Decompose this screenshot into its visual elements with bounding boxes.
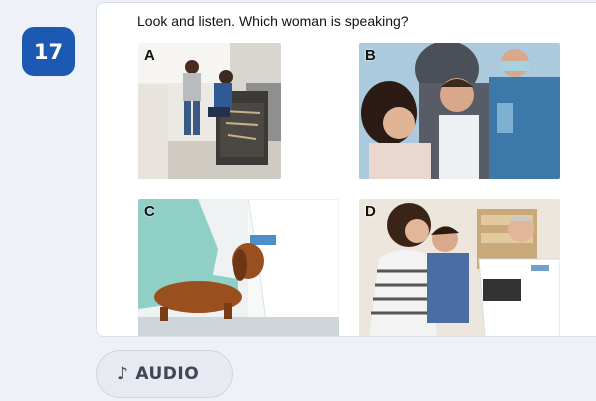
option-d-image[interactable]: D [359,199,560,336]
music-note-icon: ♪ [117,364,129,384]
audio-button[interactable]: ♪ AUDIO [96,350,233,398]
option-d-letter: D [365,203,376,220]
question-card: Look and listen. Which woman is speaking… [96,2,596,337]
option-b-letter: B [365,47,376,64]
audio-button-label: AUDIO [135,364,200,384]
vet-dog-photo [138,199,339,336]
option-c-image[interactable]: C [138,199,339,336]
option-b-image[interactable]: B [359,43,560,179]
kitchen-photo [138,43,281,179]
option-a-letter: A [144,47,155,64]
doctor-family-photo [359,199,560,336]
dentist-photo [359,43,560,179]
question-number-badge: 17 [22,27,75,76]
option-a-image[interactable]: A [138,43,281,179]
question-prompt: Look and listen. Which woman is speaking… [137,13,409,29]
option-c-letter: C [144,203,155,220]
